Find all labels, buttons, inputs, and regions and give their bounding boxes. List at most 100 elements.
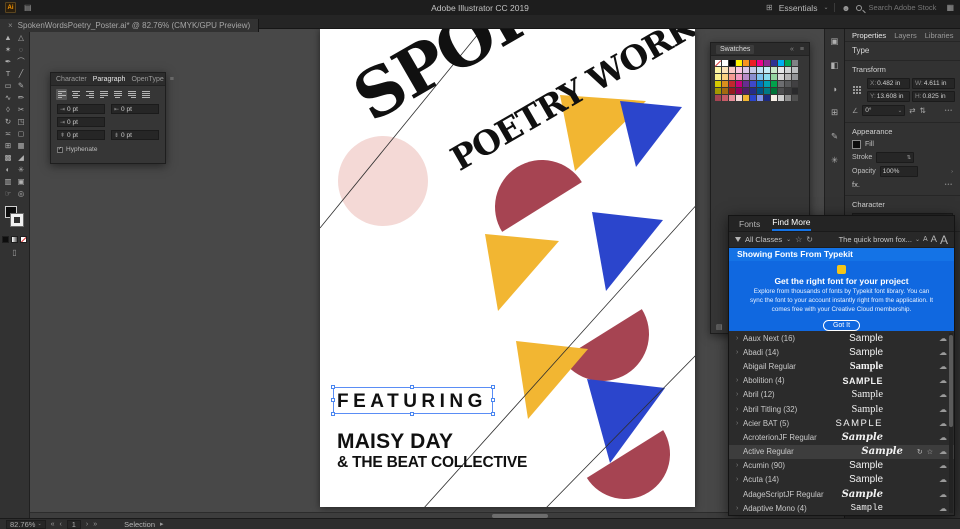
mesh-tool[interactable]: ▦ — [15, 140, 28, 152]
right-indent-field[interactable]: ⇤0 pt — [111, 104, 159, 114]
cloud-download-icon[interactable]: ☁ — [939, 348, 947, 357]
swatch[interactable] — [743, 60, 749, 66]
symbols-panel-icon[interactable]: ✳ — [831, 155, 838, 166]
swatch[interactable] — [764, 74, 770, 80]
tab-layers[interactable]: Layers — [894, 31, 917, 40]
swatch[interactable] — [750, 60, 756, 66]
sample-size-large-button[interactable]: A — [940, 234, 948, 246]
status-expand-icon[interactable]: ▸ — [160, 520, 164, 528]
swatch[interactable] — [736, 95, 742, 101]
swatch[interactable] — [792, 81, 798, 87]
stroke-color-chip[interactable] — [11, 214, 23, 226]
stroke-label[interactable]: Stroke — [852, 154, 872, 161]
justify-center-button[interactable] — [112, 89, 123, 100]
font-list-item[interactable]: › Acumin (90) Sample ☁ — [729, 459, 954, 473]
scale-tool[interactable]: ◳ — [15, 116, 28, 128]
swatch[interactable] — [771, 88, 777, 94]
screen-mode-icon[interactable]: ▯ — [0, 248, 29, 257]
tab-fonts[interactable]: Fonts — [739, 219, 760, 231]
opacity-label[interactable]: Opacity — [852, 168, 876, 175]
swatch[interactable] — [778, 60, 784, 66]
zoom-tool[interactable]: ◎ — [15, 188, 28, 200]
color-mode-button[interactable] — [2, 236, 9, 243]
swatch[interactable] — [792, 74, 798, 80]
panel-menu-icon[interactable]: ≡ — [170, 76, 174, 83]
swatch[interactable] — [722, 81, 728, 87]
swatch[interactable] — [736, 74, 742, 80]
swatch[interactable] — [743, 74, 749, 80]
cloud-download-icon[interactable]: ☁ — [939, 490, 947, 499]
swatches-panel-icon[interactable]: ⊞ — [831, 107, 838, 118]
tab-properties[interactable]: Properties — [852, 31, 886, 40]
swatch[interactable] — [757, 81, 763, 87]
swatch[interactable] — [750, 88, 756, 94]
magic-wand-tool[interactable]: ✶ — [2, 44, 15, 56]
swatch[interactable] — [764, 81, 770, 87]
cloud-download-icon[interactable]: ☁ — [939, 475, 947, 484]
chevron-right-icon[interactable]: › — [951, 169, 953, 175]
swatch[interactable] — [785, 74, 791, 80]
swatch[interactable] — [792, 67, 798, 73]
y-position-field[interactable]: Y:13.608 in — [867, 91, 910, 102]
selection-handle[interactable] — [491, 412, 495, 416]
libraries-icon[interactable]: ▤ — [716, 323, 723, 331]
height-field[interactable]: H:0.825 in — [912, 91, 955, 102]
swatch[interactable] — [778, 67, 784, 73]
opacity-field[interactable]: 100% — [880, 166, 918, 177]
transform-more-options[interactable]: ••• — [945, 108, 953, 114]
expand-chevron-icon[interactable]: › — [736, 406, 743, 413]
flip-horizontal-icon[interactable]: ⇄ — [909, 106, 915, 115]
type-tool[interactable]: T — [2, 68, 15, 80]
selection-handle[interactable] — [491, 398, 495, 402]
lasso-tool[interactable]: ◌ — [15, 44, 28, 56]
tab-swatches[interactable]: Swatches — [716, 45, 754, 54]
swatch[interactable] — [736, 88, 742, 94]
swatch[interactable] — [792, 88, 798, 94]
tab-character[interactable]: Character — [56, 76, 87, 83]
selection-handle[interactable] — [410, 412, 414, 416]
font-list-item[interactable]: › Abolition (4) SAMPLE ☁ — [729, 374, 954, 388]
swatch[interactable] — [715, 74, 721, 80]
swatch[interactable] — [736, 81, 742, 87]
sync-font-icon[interactable]: ↻ — [917, 448, 923, 456]
font-list-item[interactable]: › Abril Titling (32) Sample ☁ — [729, 402, 954, 416]
workspace-label[interactable]: Essentials — [779, 3, 818, 13]
selection-tool[interactable]: ▲ — [2, 32, 15, 44]
font-list-item-highlighted[interactable]: Active Regular Sample ↻ ☆ ☁ — [729, 445, 954, 459]
effects-button[interactable]: fx. — [852, 180, 860, 189]
fill-color-chip[interactable] — [852, 140, 861, 149]
shaper-tool[interactable]: ∿ — [2, 92, 15, 104]
swatch[interactable] — [778, 81, 784, 87]
swatch[interactable] — [771, 95, 777, 101]
swatch[interactable] — [785, 81, 791, 87]
zoom-level-dropdown[interactable]: 82.76% ⌄ — [6, 520, 46, 529]
close-icon[interactable]: × — [8, 21, 13, 30]
brushes-panel-icon[interactable]: ✎ — [831, 131, 838, 142]
swatch[interactable] — [729, 81, 735, 87]
swatch[interactable] — [736, 60, 742, 66]
swatch[interactable] — [778, 88, 784, 94]
expand-chevron-icon[interactable]: › — [736, 335, 743, 342]
rotation-field[interactable]: 0°⌄ — [862, 105, 905, 116]
document-tab[interactable]: × SpokenWordsPoetry_Poster.ai* @ 82.76% … — [0, 19, 259, 32]
swatch[interactable] — [715, 67, 721, 73]
artboards-panel-icon[interactable]: ▣ — [830, 36, 838, 47]
left-indent-field[interactable]: ⇥0 pt — [57, 104, 105, 114]
swatch[interactable] — [722, 95, 728, 101]
width-tool[interactable]: ≍ — [2, 128, 15, 140]
got-it-button[interactable]: Got It — [823, 320, 860, 331]
cloud-download-icon[interactable]: ☁ — [939, 433, 947, 442]
artboard-number-field[interactable]: 1 — [67, 520, 81, 529]
cloud-download-icon[interactable]: ☁ — [939, 419, 947, 428]
cloud-download-icon[interactable]: ☁ — [939, 362, 947, 371]
hand-tool[interactable]: ☞ — [2, 188, 15, 200]
swatch[interactable] — [750, 74, 756, 80]
swatch[interactable] — [750, 95, 756, 101]
tab-find-more[interactable]: Find More — [772, 217, 810, 231]
justify-left-button[interactable] — [98, 89, 109, 100]
filter-classes-dropdown[interactable]: All Classes — [745, 235, 782, 244]
selection-handle[interactable] — [331, 412, 335, 416]
expand-chevron-icon[interactable]: › — [736, 476, 743, 483]
x-position-field[interactable]: X:0.482 in — [867, 78, 910, 89]
expand-chevron-icon[interactable]: › — [736, 391, 743, 398]
